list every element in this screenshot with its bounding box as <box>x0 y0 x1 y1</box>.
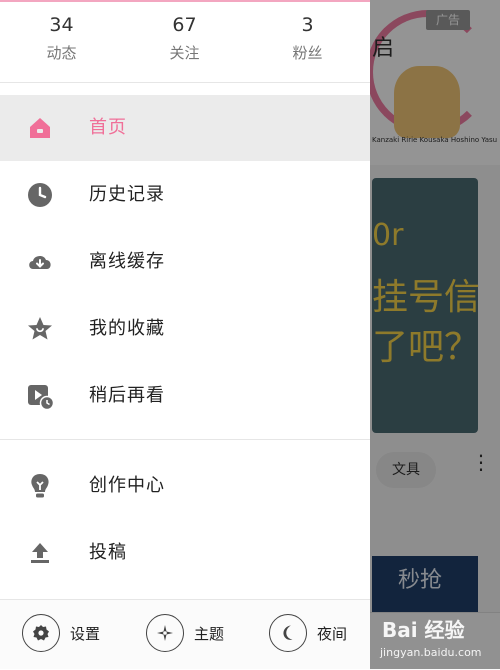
menu-label: 稍后再看 <box>89 385 165 406</box>
menu-label: 我的收藏 <box>89 318 165 339</box>
moon-icon <box>269 614 307 652</box>
divider <box>0 82 370 83</box>
menu-label: 历史记录 <box>89 184 165 205</box>
stat-label: 粉丝 <box>292 44 323 62</box>
menu-label: 离线缓存 <box>89 251 165 272</box>
cloud-download-icon <box>26 248 54 276</box>
night-label: 夜间 <box>317 625 348 643</box>
stat-dynamics[interactable]: 34 动态 <box>0 8 123 64</box>
drawer-top-accent <box>0 0 370 2</box>
menu-item-upload[interactable]: 投稿 <box>0 520 370 586</box>
watch-later-icon <box>26 382 55 411</box>
stat-following[interactable]: 67 关注 <box>123 8 246 64</box>
stat-count: 34 <box>49 14 74 36</box>
settings-label: 设置 <box>70 625 101 643</box>
menu-label: 创作中心 <box>89 475 165 496</box>
stat-label: 动态 <box>46 44 77 62</box>
gear-icon <box>22 614 60 652</box>
drawer-bottom-bar: 设置 主题 夜间 <box>0 600 370 669</box>
menu-item-history[interactable]: 历史记录 <box>0 162 370 228</box>
stat-label: 关注 <box>169 44 200 62</box>
user-stats: 34 动态 67 关注 3 粉丝 <box>0 8 370 78</box>
menu-item-home[interactable]: 首页 <box>0 95 370 161</box>
star-icon <box>26 315 54 343</box>
menu-item-creator-center[interactable]: 创作中心 <box>0 453 370 519</box>
baidu-watermark: Bai 经验 <box>382 618 465 642</box>
stat-count: 3 <box>301 14 314 36</box>
baidu-watermark-url: jingyan.baidu.com <box>380 646 482 659</box>
menu-item-watch-later[interactable]: 稍后再看 <box>0 363 370 429</box>
stat-count: 67 <box>172 14 197 36</box>
clock-icon <box>26 181 54 209</box>
home-icon <box>26 114 54 142</box>
navigation-drawer: 34 动态 67 关注 3 粉丝 首页 历史记录 离线缓存 我的收藏 稍后再看 … <box>0 0 370 669</box>
menu-label: 投稿 <box>89 542 127 563</box>
lightbulb-icon <box>26 472 54 500</box>
divider <box>0 439 370 440</box>
menu-label: 首页 <box>89 117 127 138</box>
stat-fans[interactable]: 3 粉丝 <box>246 8 369 64</box>
menu-item-offline-cache[interactable]: 离线缓存 <box>0 229 370 295</box>
theme-icon <box>146 614 184 652</box>
upload-icon <box>26 539 54 567</box>
menu-item-favorites[interactable]: 我的收藏 <box>0 296 370 362</box>
theme-label: 主题 <box>194 625 225 643</box>
